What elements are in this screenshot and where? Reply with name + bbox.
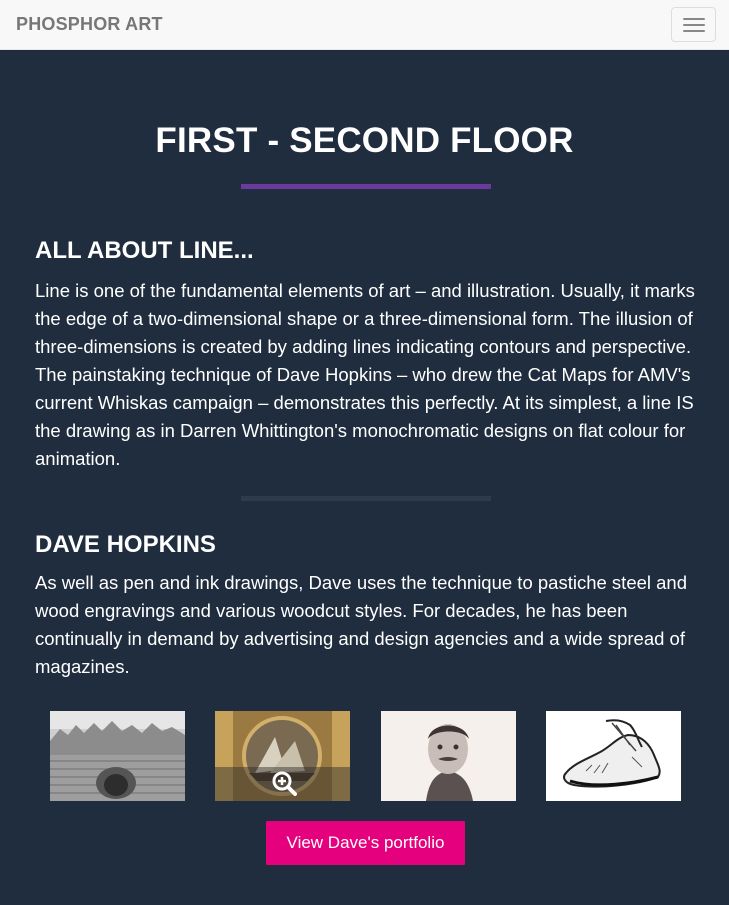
hamburger-menu-icon [683,18,705,20]
gallery-thumb-portrait[interactable] [381,711,516,801]
gallery-thumb-shoe[interactable] [546,711,681,801]
page-title: FIRST - SECOND FLOOR [155,121,574,160]
portfolio-gallery [0,711,729,801]
cityscape-engraving-image [50,711,185,801]
hamburger-bar [683,24,705,26]
thumb-hover-overlay [215,767,350,801]
zoom-in-icon[interactable] [271,770,297,796]
section-heading-dave-hopkins: DAVE HOPKINS [35,531,216,558]
section-divider [241,496,491,501]
section-text-dave-hopkins: As well as pen and ink drawings, Dave us… [35,572,688,677]
main-content: FIRST - SECOND FLOOR ALL ABOUT LINE... L… [0,51,729,905]
top-navbar: PHOSPHOR ART [0,0,729,50]
section-heading-line: ALL ABOUT LINE... [35,237,254,264]
portrait-engraving-image [381,711,516,801]
section-text-line: Line is one of the fundamental elements … [35,280,695,469]
view-portfolio-button[interactable]: View Dave's portfolio [266,821,465,865]
brand-logo-link[interactable]: PHOSPHOR ART [16,14,163,35]
hamburger-bar [683,30,705,32]
gallery-thumb-ship[interactable] [215,711,350,801]
title-divider [241,184,491,189]
gallery-thumb-cityscape[interactable] [50,711,185,801]
shoe-engraving-image [546,711,681,801]
hamburger-menu-button[interactable] [671,7,716,42]
